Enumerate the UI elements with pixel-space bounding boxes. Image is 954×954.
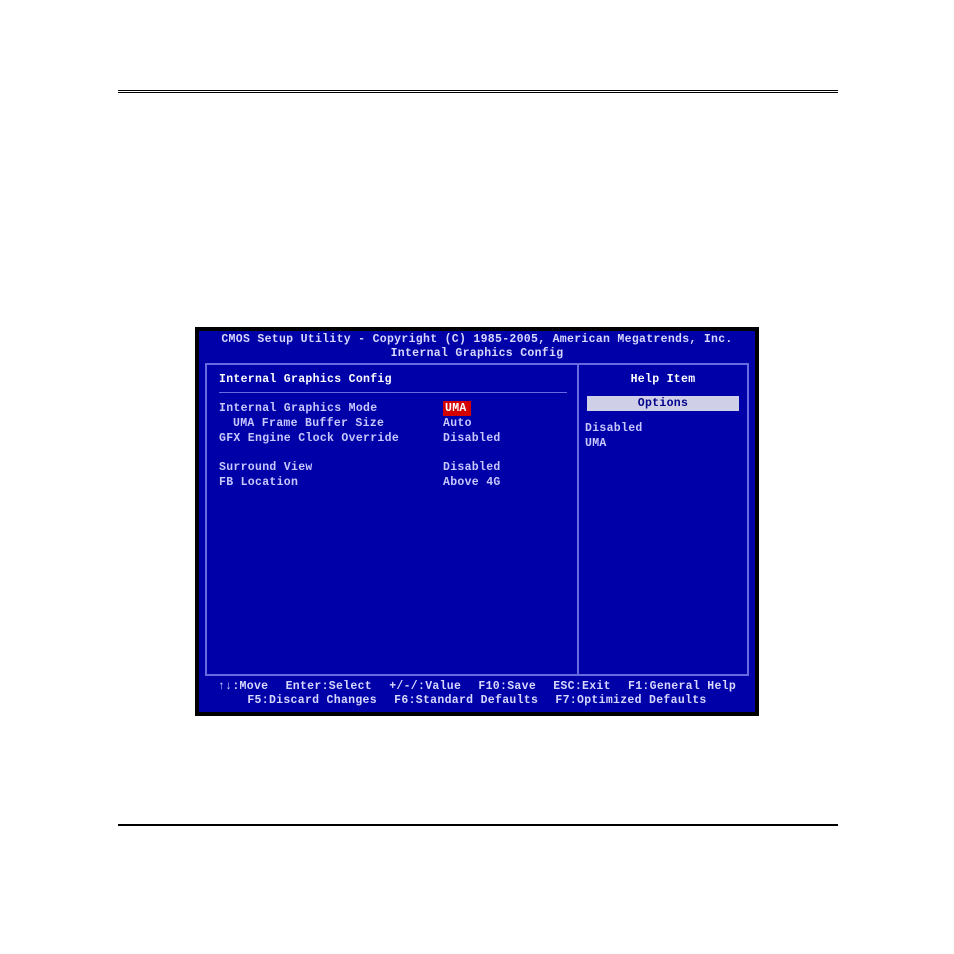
footer-line2: F5:Discard Changes F6:Standard Defaults … xyxy=(199,694,755,708)
key-f5-discard[interactable]: F5:Discard Changes xyxy=(247,694,377,707)
key-f10-save[interactable]: F10:Save xyxy=(478,680,536,693)
setting-value-selected[interactable]: UMA xyxy=(443,401,471,416)
setting-gfx-engine-clock-override[interactable]: GFX Engine Clock Override Disabled xyxy=(219,431,567,446)
help-option-uma: UMA xyxy=(585,436,741,451)
setting-value[interactable]: Disabled xyxy=(443,431,501,446)
document-rule-top xyxy=(118,90,838,93)
key-move[interactable]: ↑↓:Move xyxy=(218,680,268,693)
setting-internal-graphics-mode[interactable]: Internal Graphics Mode UMA xyxy=(219,401,567,416)
settings-panel: Internal Graphics Config Internal Graphi… xyxy=(207,365,579,674)
setting-uma-frame-buffer-size[interactable]: UMA Frame Buffer Size Auto xyxy=(219,416,567,431)
key-value[interactable]: +/-/:Value xyxy=(389,680,461,693)
bios-footer: ↑↓:Move Enter:Select +/-/:Value F10:Save… xyxy=(199,678,755,712)
section-rule xyxy=(219,392,567,393)
key-f7-optimized[interactable]: F7:Optimized Defaults xyxy=(555,694,706,707)
section-header: Internal Graphics Config xyxy=(219,373,567,386)
setting-surround-view[interactable]: Surround View Disabled xyxy=(219,460,567,475)
key-f6-standard[interactable]: F6:Standard Defaults xyxy=(394,694,538,707)
document-rule-bottom xyxy=(118,824,838,826)
setting-label: UMA Frame Buffer Size xyxy=(219,416,443,431)
help-panel: Help Item Options Disabled UMA xyxy=(579,365,747,674)
setting-label: GFX Engine Clock Override xyxy=(219,431,443,446)
page: CMOS Setup Utility - Copyright (C) 1985-… xyxy=(0,0,954,954)
bios-screenshot: CMOS Setup Utility - Copyright (C) 1985-… xyxy=(195,327,759,716)
setting-value[interactable]: Disabled xyxy=(443,460,501,475)
setting-fb-location[interactable]: FB Location Above 4G xyxy=(219,475,567,490)
key-enter-select[interactable]: Enter:Select xyxy=(286,680,372,693)
options-banner: Options xyxy=(587,396,739,411)
setting-label: Internal Graphics Mode xyxy=(219,401,443,416)
spacer xyxy=(219,446,567,460)
bios-title: CMOS Setup Utility - Copyright (C) 1985-… xyxy=(199,331,755,361)
bios-title-line2: Internal Graphics Config xyxy=(199,347,755,361)
bios-title-line1: CMOS Setup Utility - Copyright (C) 1985-… xyxy=(199,333,755,347)
setting-value[interactable]: Above 4G xyxy=(443,475,501,490)
setting-label: FB Location xyxy=(219,475,443,490)
help-title: Help Item xyxy=(585,373,741,386)
footer-line1: ↑↓:Move Enter:Select +/-/:Value F10:Save… xyxy=(199,680,755,694)
bios-frame: CMOS Setup Utility - Copyright (C) 1985-… xyxy=(199,331,755,712)
bios-body: Internal Graphics Config Internal Graphi… xyxy=(205,363,749,676)
key-f1-help[interactable]: F1:General Help xyxy=(628,680,736,693)
help-option-disabled: Disabled xyxy=(585,421,741,436)
setting-value[interactable]: Auto xyxy=(443,416,472,431)
setting-label: Surround View xyxy=(219,460,443,475)
key-esc-exit[interactable]: ESC:Exit xyxy=(553,680,611,693)
